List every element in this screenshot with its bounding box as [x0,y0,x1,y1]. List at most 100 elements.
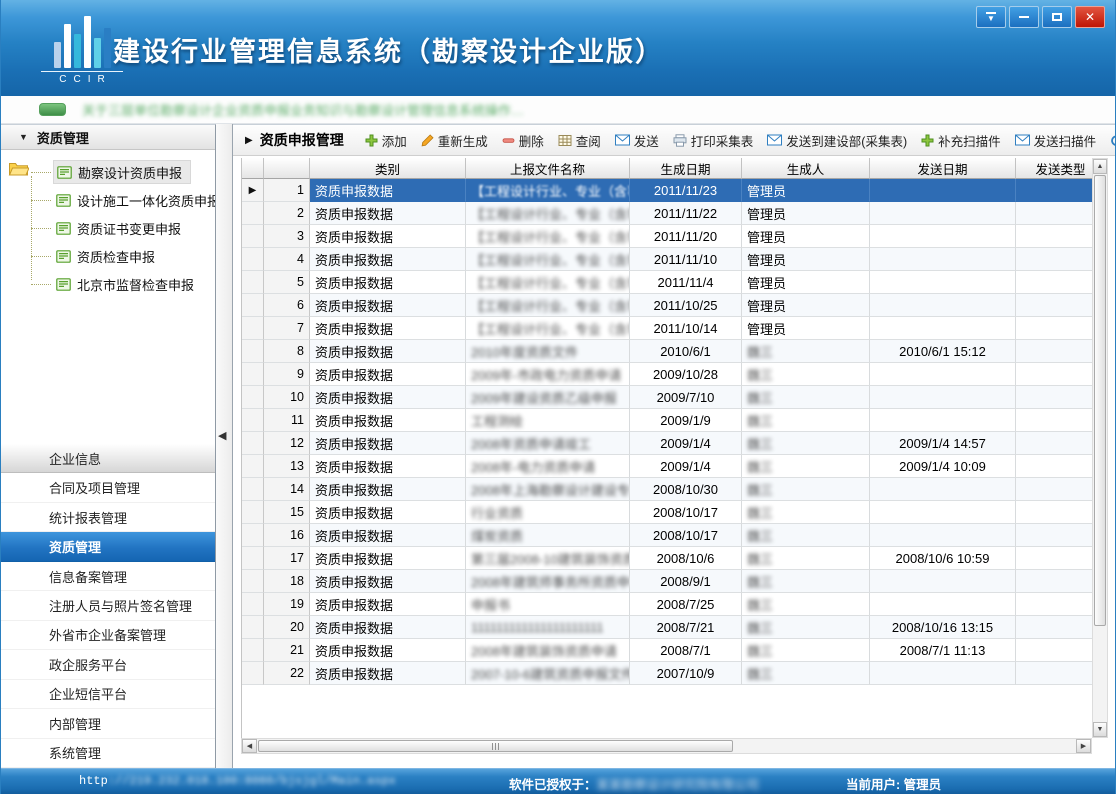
cell-generate-date: 2010/6/1 [630,340,742,363]
send-to-ministry-button[interactable]: 发送到建设部(采集表) [760,127,914,154]
tree-item-1[interactable]: 设计施工一体化资质申报 [53,186,215,214]
tree-item-2[interactable]: 资质证书变更申报 [53,214,215,242]
column-header-marker[interactable] [242,158,264,179]
sidebar-panel-header[interactable]: ▼ 资质管理 [1,125,215,150]
menu-item-label: 企业短信平台 [49,684,127,703]
send-scan-button[interactable]: 发送扫描件 [1008,127,1104,154]
tree-item-4[interactable]: 北京市监督检查申报 [53,270,215,298]
sidebar-menu-item-10[interactable]: 系统管理 [1,739,215,768]
add-button[interactable]: 添加 [358,127,414,154]
column-header-send_type[interactable]: 发送类型 [1016,158,1092,179]
column-header-num[interactable] [264,158,310,179]
sidebar-menu-item-6[interactable]: 外省市企业备案管理 [1,621,215,650]
view-button[interactable]: 查阅 [551,127,608,154]
table-row[interactable]: 14资质申报数据2008年上海勘察设计建设专业资质…2008/10/30魏三 [242,478,1092,501]
delete-button[interactable]: 删除 [495,127,551,154]
horizontal-scrollbar[interactable]: ◀ ▶ [241,738,1092,754]
scroll-down-icon[interactable]: ▼ [1093,722,1107,737]
scroll-left-icon[interactable]: ◀ [242,739,257,753]
cell-send-date [870,271,1016,294]
scroll-right-icon[interactable]: ▶ [1076,739,1091,753]
minimize-icon [1019,16,1029,18]
scroll-up-icon[interactable]: ▲ [1093,159,1107,174]
cell-filename: 2010年度资质文件 [466,340,630,363]
column-header-gen_by[interactable]: 生成人 [742,158,870,179]
column-header-send_date[interactable]: 发送日期 [870,158,1016,179]
cell-generated-by: 魏三 [742,662,870,685]
cell-generated-by: 魏三 [742,432,870,455]
row-number-cell: 9 [264,363,310,386]
table-row[interactable]: 21资质申报数据2008年建筑装饰资质申请2008/7/1魏三2008/7/1 … [242,639,1092,662]
table-row[interactable]: 6资质申报数据【工程设计行业、专业（含事务所…2011/10/25管理员 [242,294,1092,317]
column-header-filename[interactable]: 上报文件名称 [466,158,630,179]
tree-item-3[interactable]: 资质检查申报 [53,242,215,270]
regenerate-button[interactable]: 重新生成 [414,127,495,154]
table-row[interactable]: 5资质申报数据【工程设计行业、专业（含事务所…2011/11/4管理员 [242,271,1092,294]
table-row[interactable]: 19资质申报数据申报书2008/7/25魏三 [242,593,1092,616]
maximize-button[interactable] [1042,6,1072,28]
row-number-cell: 11 [264,409,310,432]
tree-item-label: 资质检查申报 [77,247,155,266]
sidebar-menu-item-7[interactable]: 政企服务平台 [1,650,215,679]
table-row[interactable]: 2资质申报数据【工程设计行业、专业（含事务所…2011/11/22管理员 [242,202,1092,225]
cell-send-date: 2010/6/1 15:12 [870,340,1016,363]
rollup-button[interactable]: ▼ [976,6,1006,28]
table-row[interactable]: 22资质申报数据2007-10-6建筑资质申报文件2007/10/9魏三 [242,662,1092,685]
cell-send-type [1016,524,1092,547]
sidebar-menu-item-0[interactable]: 企业信息 [1,444,215,473]
form-icon [56,250,71,263]
sidebar-menu-item-3[interactable]: 资质管理 [1,532,215,561]
menu-item-label: 注册人员与照片签名管理 [49,596,192,615]
cell-generated-by: 魏三 [742,593,870,616]
collapse-left-icon[interactable]: ◀ [218,429,226,442]
column-header-category[interactable]: 类别 [310,158,466,179]
table-row[interactable]: 4资质申报数据【工程设计行业、专业（含事务所…2011/11/10管理员 [242,248,1092,271]
form-icon [57,166,72,179]
print-collection-form-button[interactable]: 打印采集表 [666,127,761,154]
vertical-scrollbar[interactable]: ▲ ▼ [1092,158,1108,738]
horizontal-scroll-thumb[interactable] [258,740,733,752]
sidebar-menu-item-8[interactable]: 企业短信平台 [1,680,215,709]
folder-icon[interactable] [8,160,29,182]
column-header-gen_date[interactable]: 生成日期 [630,158,742,179]
app-window: { "window": { "title": "建设行业管理信息系统（勘察设计企… [0,0,1116,794]
table-row[interactable]: 10资质申报数据2009年建设资质乙级申报2009/7/10魏三 [242,386,1092,409]
table-row[interactable]: 16资质申报数据煤炭资质2008/10/17魏三 [242,524,1092,547]
license-info: 软件已授权于：某某勘察设计研究院有限公司 [509,774,759,793]
maximize-icon [1052,13,1062,21]
row-number-cell: 6 [264,294,310,317]
plus-icon [921,134,934,147]
table-row[interactable]: 20资质申报数据1111111111111111111112008/7/21魏三… [242,616,1092,639]
refresh-button[interactable]: 刷新 [1103,127,1115,154]
table-row[interactable]: 13资质申报数据2008年-电力资质申请2009/1/4魏三2009/1/4 1… [242,455,1092,478]
pencil-icon [421,134,434,147]
cell-filename: 工程测绘 [466,409,630,432]
sidebar-menu-item-4[interactable]: 信息备案管理 [1,562,215,591]
table-row[interactable]: 17资质申报数据第三届2008-10建筑装饰资质认证2008/10/6魏三200… [242,547,1092,570]
table-row[interactable]: 8资质申报数据2010年度资质文件2010/6/1魏三2010/6/1 15:1… [242,340,1092,363]
table-row[interactable]: 3资质申报数据【工程设计行业、专业（含事务所…2011/11/20管理员 [242,225,1092,248]
table-row[interactable]: 18资质申报数据2008年建筑师事务所资质申请2008/9/1魏三 [242,570,1092,593]
sidebar-menu-item-9[interactable]: 内部管理 [1,709,215,738]
vertical-scroll-thumb[interactable] [1094,175,1106,626]
table-row[interactable]: 15资质申报数据行业资质2008/10/17魏三 [242,501,1092,524]
add-scan-button[interactable]: 补充扫描件 [914,127,1008,154]
notice-text: 关于三层单位勘察设计企业资质申报业务知识与勘察设计管理信息系统操作… [82,100,524,119]
close-button[interactable]: ✕ [1075,6,1105,28]
cell-generated-by: 魏三 [742,524,870,547]
tree-item-0[interactable]: 勘察设计资质申报 [53,158,215,186]
table-row[interactable]: 12资质申报数据2008年资质申请竣工2009/1/4魏三2009/1/4 14… [242,432,1092,455]
cell-send-date: 2009/1/4 10:09 [870,455,1016,478]
sidebar-menu-item-5[interactable]: 注册人员与照片签名管理 [1,591,215,620]
sidebar-menu-item-1[interactable]: 合同及项目管理 [1,473,215,502]
row-marker-cell [242,547,264,570]
table-row[interactable]: 7资质申报数据【工程设计行业、专业（含事务所…2011/10/14管理员 [242,317,1092,340]
row-marker-cell [242,593,264,616]
send-button[interactable]: 发送 [608,127,666,154]
sidebar-menu-item-2[interactable]: 统计报表管理 [1,503,215,532]
table-row[interactable]: 9资质申报数据2009年-市政电力资质申请2009/10/28魏三 [242,363,1092,386]
row-number-cell: 18 [264,570,310,593]
table-row[interactable]: 11资质申报数据工程测绘2009/1/9魏三 [242,409,1092,432]
table-row[interactable]: ▶1资质申报数据【工程设计行业、专业（含事务所…2011/11/23管理员 [242,179,1092,202]
minimize-button[interactable] [1009,6,1039,28]
